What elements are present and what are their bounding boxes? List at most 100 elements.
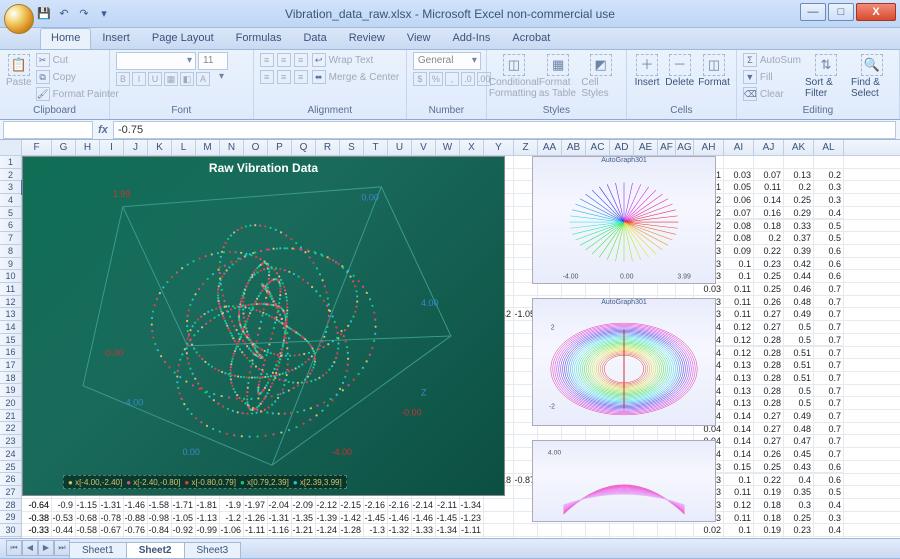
cell-AL18[interactable]: 0.7 [814,372,844,385]
mini-chart-3[interactable]: 4.00 [532,440,716,522]
col-header-T[interactable]: T [364,140,388,155]
cell-AK12[interactable]: 0.48 [784,296,814,309]
cell-I29[interactable]: -0.78 [100,512,124,525]
sheet-tab-2[interactable]: Sheet2 [126,542,185,558]
cell-AJ4[interactable]: 0.14 [754,194,784,207]
col-header-AI[interactable]: AI [724,140,754,155]
cell-AK28[interactable]: 0.3 [784,499,814,512]
cell-AL31[interactable]: 0.5 [814,537,844,538]
cell-W30[interactable]: -1.34 [436,524,460,537]
cell-AK27[interactable]: 0.35 [784,486,814,499]
cell-AJ18[interactable]: 0.28 [754,372,784,385]
cell-AI8[interactable]: 0.09 [724,245,754,258]
row-header-16[interactable]: 16 [0,346,21,359]
tab-review[interactable]: Review [338,28,396,49]
tab-addins[interactable]: Add-Ins [441,28,501,49]
cell-K30[interactable]: -0.84 [148,524,172,537]
font-color-button[interactable]: A [196,72,210,86]
cell-AK16[interactable]: 0.51 [784,347,814,360]
cell-Q30[interactable]: -1.21 [292,524,316,537]
cell-AH30[interactable]: 0.02 [694,524,724,537]
cell-AJ8[interactable]: 0.22 [754,245,784,258]
cell-AJ3[interactable]: 0.11 [754,181,784,194]
cell-G30[interactable]: -0.44 [52,524,76,537]
cell-AK3[interactable]: 0.2 [784,181,814,194]
col-header-AJ[interactable]: AJ [754,140,784,155]
cell-AI29[interactable]: 0.11 [724,512,754,525]
cell-AK17[interactable]: 0.51 [784,359,814,372]
cell-AJ6[interactable]: 0.18 [754,220,784,233]
row-header-3[interactable]: 3 [0,181,21,194]
cell-AL13[interactable]: 0.7 [814,308,844,321]
row-header-5[interactable]: 5 [0,207,21,220]
fill-button[interactable]: ▼Fill [743,69,801,85]
wrap-text-button[interactable]: ↩Wrap Text [312,52,400,68]
cell-AK29[interactable]: 0.25 [784,512,814,525]
tab-acrobat[interactable]: Acrobat [501,28,561,49]
row-header-6[interactable]: 6 [0,219,21,232]
cell-U29[interactable]: -1.46 [388,512,412,525]
row-header-23[interactable]: 23 [0,435,21,448]
cell-M28[interactable]: -1.81 [196,499,220,512]
cell-O28[interactable]: -1.97 [244,499,268,512]
clear-button[interactable]: ⌫Clear [743,86,801,102]
cell-AK13[interactable]: 0.49 [784,308,814,321]
align-mid-icon[interactable]: ≡ [277,53,291,67]
formula-input[interactable]: -0.75 [113,121,896,139]
tab-view[interactable]: View [396,28,442,49]
cell-AJ17[interactable]: 0.28 [754,359,784,372]
cell-AI19[interactable]: 0.13 [724,385,754,398]
row-header-9[interactable]: 9 [0,258,21,271]
cell-AL15[interactable]: 0.7 [814,334,844,347]
cell-S29[interactable]: -1.42 [340,512,364,525]
cell-W29[interactable]: -1.45 [436,512,460,525]
col-header-Q[interactable]: Q [292,140,316,155]
cell-AL19[interactable]: 0.7 [814,385,844,398]
row-header-2[interactable]: 2 [0,169,21,182]
cell-AK10[interactable]: 0.44 [784,270,814,283]
row-header-31[interactable]: 31 [0,537,21,538]
tab-insert[interactable]: Insert [91,28,141,49]
cell-AI9[interactable]: 0.1 [724,258,754,271]
autosum-button[interactable]: ΣAutoSum [743,52,801,68]
row-header-8[interactable]: 8 [0,245,21,258]
cell-AI21[interactable]: 0.14 [724,410,754,423]
cell-F28[interactable]: -0.64 [22,499,52,512]
col-header-F[interactable]: F [22,140,52,155]
row-header-10[interactable]: 10 [0,270,21,283]
cell-AJ21[interactable]: 0.27 [754,410,784,423]
align-right-icon[interactable]: ≡ [294,70,308,84]
cell-S30[interactable]: -1.28 [340,524,364,537]
cell-AJ2[interactable]: 0.07 [754,169,784,182]
qa-more-icon[interactable]: ▾ [96,6,112,22]
cell-AI31[interactable]: 0.07 [724,537,754,538]
cell-AL14[interactable]: 0.7 [814,321,844,334]
cell-styles-button[interactable]: ◩Cell Styles [581,52,620,99]
cell-AL23[interactable]: 0.7 [814,435,844,448]
row-header-17[interactable]: 17 [0,359,21,372]
col-header-Z[interactable]: Z [514,140,538,155]
cell-AK18[interactable]: 0.51 [784,372,814,385]
cell-AK2[interactable]: 0.13 [784,169,814,182]
find-select-button[interactable]: 🔍Find & Select [851,52,893,99]
cell-R30[interactable]: -1.24 [316,524,340,537]
cell-F30[interactable]: -0.33 [22,524,52,537]
cell-AI5[interactable]: 0.07 [724,207,754,220]
fx-icon[interactable]: fx [93,124,113,136]
cell-AJ25[interactable]: 0.25 [754,461,784,474]
cell-AK19[interactable]: 0.5 [784,385,814,398]
cell-AI16[interactable]: 0.12 [724,347,754,360]
sheet-tab-3[interactable]: Sheet3 [184,542,242,558]
col-header-AD[interactable]: AD [610,140,634,155]
cell-AL12[interactable]: 0.7 [814,296,844,309]
cell-Q29[interactable]: -1.35 [292,512,316,525]
row-header-13[interactable]: 13 [0,308,21,321]
col-header-U[interactable]: U [388,140,412,155]
cell-G29[interactable]: -0.53 [52,512,76,525]
fill-color-button[interactable]: ◧ [180,72,194,86]
format-table-button[interactable]: ▦Format as Table [539,52,578,99]
row-header-29[interactable]: 29 [0,511,21,524]
col-header-Y[interactable]: Y [484,140,514,155]
cell-AJ9[interactable]: 0.23 [754,258,784,271]
col-header-R[interactable]: R [316,140,340,155]
